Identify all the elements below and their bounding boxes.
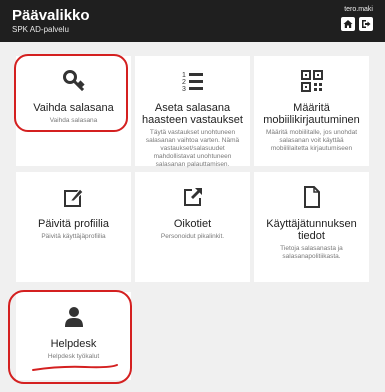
annotation-underline [32, 364, 118, 371]
